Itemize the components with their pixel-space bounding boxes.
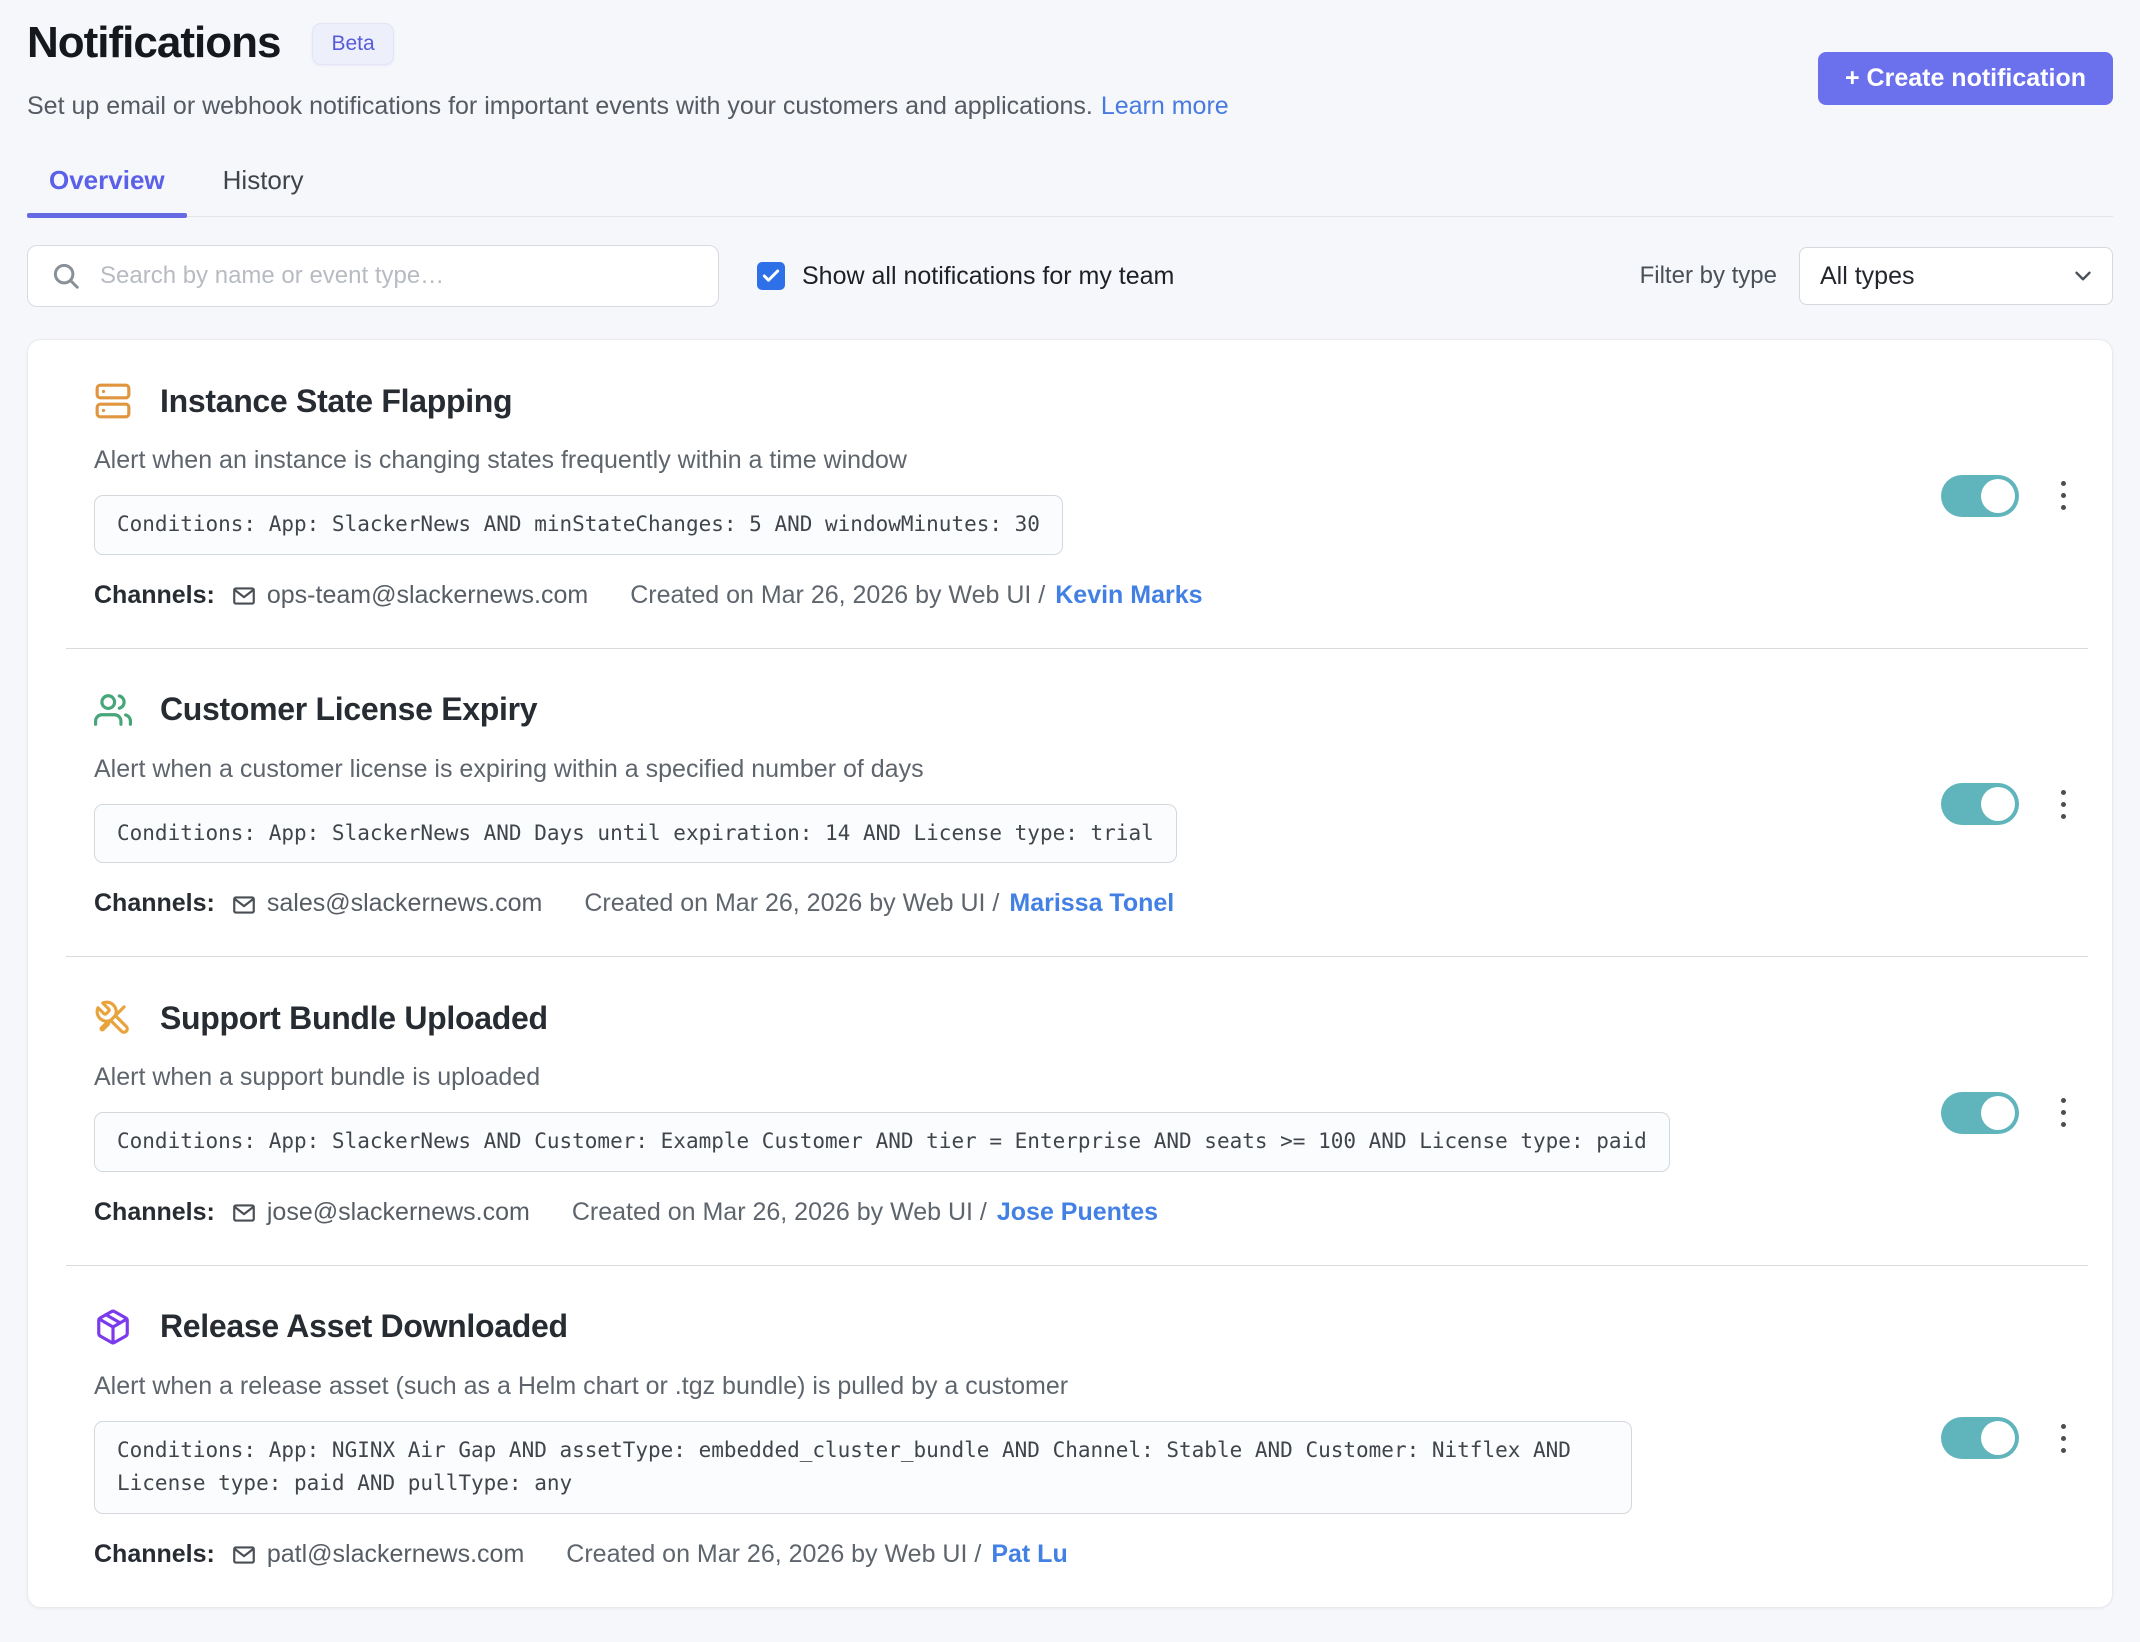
notifications-list: Instance State Flapping Alert when an in… (27, 339, 2113, 1608)
notification-description: Alert when a customer license is expirin… (94, 755, 1911, 784)
channel-email: sales@slackernews.com (267, 889, 542, 918)
users-icon (94, 691, 132, 729)
created-text: Created on Mar 26, 2026 by Web UI / (572, 1198, 987, 1227)
page-description: Set up email or webhook notifications fo… (27, 92, 2113, 121)
mail-icon (231, 1200, 257, 1226)
create-notification-button[interactable]: + Create notification (1818, 52, 2113, 105)
created-text: Created on Mar 26, 2026 by Web UI / (584, 889, 999, 918)
channels-label: Channels: (94, 1198, 215, 1227)
search-input[interactable] (27, 245, 719, 307)
team-checkbox-label: Show all notifications for my team (802, 262, 1174, 291)
notification-description: Alert when a release asset (such as a He… (94, 1372, 1911, 1401)
mail-icon (231, 583, 257, 609)
tab-history[interactable]: History (201, 157, 326, 216)
created-by-link[interactable]: Jose Puentes (997, 1198, 1158, 1227)
mail-icon (231, 1542, 257, 1568)
notification-conditions: Conditions: App: SlackerNews AND Custome… (94, 1112, 1670, 1172)
description-text: Set up email or webhook notifications fo… (27, 92, 1093, 120)
page-title: Notifications (27, 18, 280, 68)
notification-enabled-toggle[interactable] (1941, 1092, 2019, 1134)
tools-icon (94, 999, 132, 1037)
created-by-link[interactable]: Marissa Tonel (1009, 889, 1174, 918)
channels-label: Channels: (94, 581, 215, 610)
type-filter-value: All types (1820, 262, 1914, 291)
page-header: Notifications Beta (27, 18, 2113, 68)
notification-channels: Channels: jose@slackernews.com Created o… (94, 1198, 1911, 1227)
created-text: Created on Mar 26, 2026 by Web UI / (630, 581, 1045, 610)
notification-enabled-toggle[interactable] (1941, 475, 2019, 517)
kebab-menu-icon[interactable] (2055, 475, 2072, 516)
notification-channels: Channels: patl@slackernews.com Created o… (94, 1540, 1911, 1569)
notification-channels: Channels: ops-team@slackernews.com Creat… (94, 581, 1911, 610)
beta-badge: Beta (312, 23, 393, 65)
notification-enabled-toggle[interactable] (1941, 1417, 2019, 1459)
created-text: Created on Mar 26, 2026 by Web UI / (566, 1540, 981, 1569)
channels-label: Channels: (94, 1540, 215, 1569)
chevron-down-icon (2070, 263, 2096, 289)
kebab-menu-icon[interactable] (2055, 1418, 2072, 1459)
channel-email: jose@slackernews.com (267, 1198, 530, 1227)
notification-conditions: Conditions: App: NGINX Air Gap AND asset… (94, 1421, 1632, 1514)
notification-enabled-toggle[interactable] (1941, 783, 2019, 825)
channel-email: patl@slackernews.com (267, 1540, 524, 1569)
notification-channels: Channels: sales@slackernews.com Created … (94, 889, 1911, 918)
created-by-link[interactable]: Pat Lu (991, 1540, 1067, 1569)
toolbar: Show all notifications for my team Filte… (27, 245, 2113, 307)
learn-more-link[interactable]: Learn more (1101, 92, 1229, 120)
notification-row-customer-license-expiry: Customer License Expiry Alert when a cus… (28, 649, 2112, 957)
notifications-page: Notifications Beta + Create notification… (0, 0, 2140, 1608)
server-icon (94, 382, 132, 420)
package-icon (94, 1308, 132, 1346)
channels-label: Channels: (94, 889, 215, 918)
notification-row-support-bundle-uploaded: Support Bundle Uploaded Alert when a sup… (28, 957, 2112, 1265)
notification-title: Release Asset Downloaded (160, 1308, 568, 1345)
search-wrap (27, 245, 719, 307)
channel-email: ops-team@slackernews.com (267, 581, 588, 610)
notification-description: Alert when an instance is changing state… (94, 446, 1911, 475)
notification-conditions: Conditions: App: SlackerNews AND Days un… (94, 804, 1177, 864)
kebab-menu-icon[interactable] (2055, 784, 2072, 825)
notification-conditions: Conditions: App: SlackerNews AND minStat… (94, 495, 1063, 555)
kebab-menu-icon[interactable] (2055, 1092, 2072, 1133)
filter-by-type-label: Filter by type (1640, 262, 1777, 290)
notification-title: Customer License Expiry (160, 691, 537, 728)
notification-row-instance-state-flapping: Instance State Flapping Alert when an in… (28, 340, 2112, 648)
type-filter-select[interactable]: All types (1799, 247, 2113, 305)
tab-bar: Overview History (27, 157, 2113, 217)
notification-description: Alert when a support bundle is uploaded (94, 1063, 1911, 1092)
team-checkbox[interactable] (757, 262, 785, 290)
notification-title: Instance State Flapping (160, 383, 512, 420)
mail-icon (231, 892, 257, 918)
created-by-link[interactable]: Kevin Marks (1055, 581, 1202, 610)
notification-row-release-asset-downloaded: Release Asset Downloaded Alert when a re… (28, 1266, 2112, 1607)
tab-overview[interactable]: Overview (27, 157, 187, 216)
notification-title: Support Bundle Uploaded (160, 1000, 548, 1037)
team-checkbox-group[interactable]: Show all notifications for my team (757, 262, 1174, 291)
